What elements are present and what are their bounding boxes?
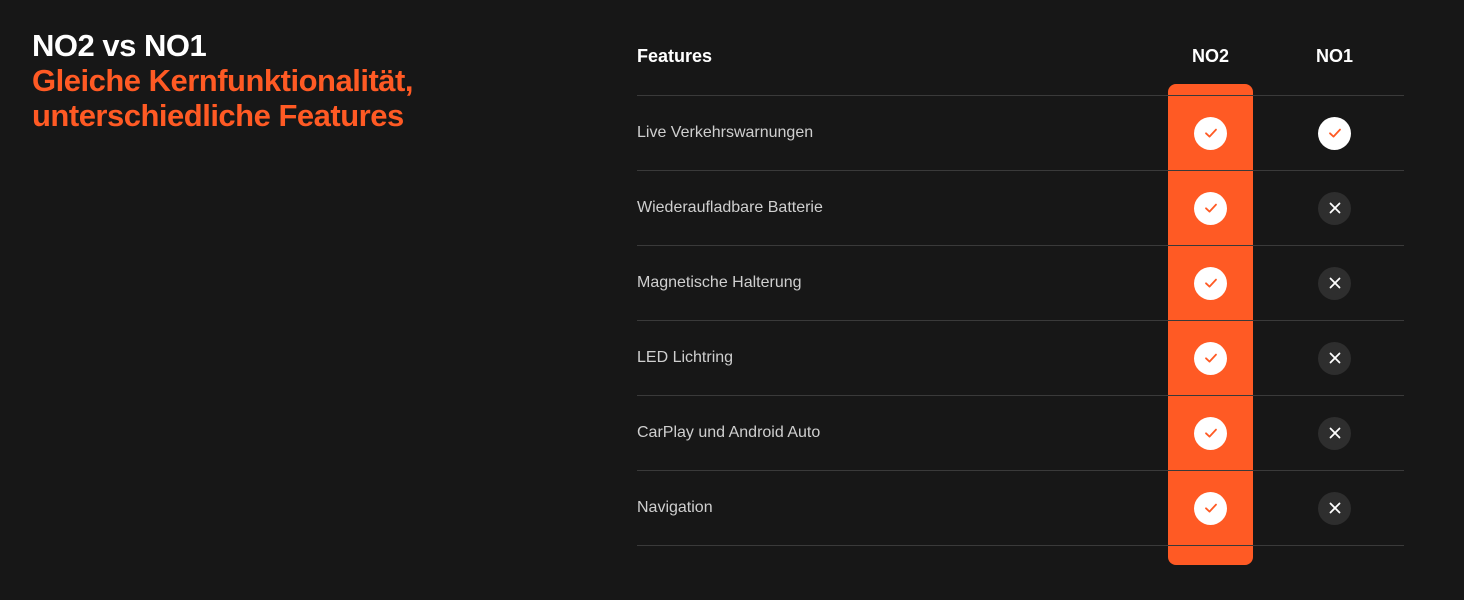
check-icon [1204, 428, 1217, 438]
check-badge [1194, 341, 1227, 375]
no1-cell [1292, 471, 1377, 545]
cross-badge [1318, 266, 1351, 300]
table-body: Live Verkehrswarnungen Wiederaufladbare B… [637, 95, 1404, 546]
check-icon [1204, 278, 1217, 288]
no1-cell [1292, 96, 1377, 170]
cross-badge [1318, 341, 1351, 375]
feature-label: Wiederaufladbare Batterie [637, 199, 823, 216]
table-row: LED Lichtring [637, 320, 1404, 395]
check-badge [1194, 416, 1227, 450]
headline-subtitle-line-2: unterschiedliche Features [32, 98, 404, 133]
cross-badge [1318, 491, 1351, 525]
feature-label: Navigation [637, 499, 713, 516]
no2-cell [1168, 246, 1253, 320]
table-row: Magnetische Halterung [637, 245, 1404, 320]
no1-cell [1292, 396, 1377, 470]
check-icon [1204, 503, 1217, 513]
no2-cell [1168, 321, 1253, 395]
feature-label: Live Verkehrswarnungen [637, 124, 814, 141]
table-row: Navigation [637, 470, 1404, 546]
check-badge [1318, 116, 1351, 150]
no1-cell [1292, 171, 1377, 245]
feature-label: LED Lichtring [637, 349, 734, 366]
feature-label: Magnetische Halterung [637, 274, 802, 291]
check-icon [1204, 353, 1217, 363]
cross-badge [1318, 191, 1351, 225]
check-icon [1204, 128, 1217, 138]
close-icon [1329, 427, 1340, 439]
close-icon [1329, 352, 1340, 364]
feature-label: CarPlay und Android Auto [637, 424, 821, 441]
headline: NO2 vs NO1 Gleiche Kernfunktionalität, u… [32, 28, 413, 133]
no1-cell [1292, 321, 1377, 395]
table-header: Features NO2 NO1 [637, 36, 1404, 76]
check-badge [1194, 116, 1227, 150]
no2-cell [1168, 96, 1253, 170]
table-row: Wiederaufladbare Batterie [637, 170, 1404, 245]
check-badge [1194, 266, 1227, 300]
header-no1: NO1 [1315, 46, 1353, 66]
check-badge [1194, 491, 1227, 525]
table-row: CarPlay und Android Auto [637, 395, 1404, 470]
check-icon [1328, 128, 1341, 138]
check-icon [1204, 203, 1217, 213]
headline-subtitle-line-1: Gleiche Kernfunktionalität, [32, 63, 413, 98]
check-badge [1194, 191, 1227, 225]
header-features: Features [637, 46, 713, 66]
close-icon [1329, 277, 1340, 289]
table-row: Live Verkehrswarnungen [637, 95, 1404, 170]
close-icon [1329, 502, 1340, 514]
close-icon [1329, 202, 1340, 214]
no1-cell [1292, 246, 1377, 320]
no2-cell [1168, 396, 1253, 470]
headline-title: NO2 vs NO1 [32, 28, 207, 63]
cross-badge [1318, 416, 1351, 450]
comparison-table: Features NO2 NO1 Live Verkehrswarnungen W… [637, 0, 1404, 600]
header-no2: NO2 [1191, 46, 1229, 66]
no2-cell [1168, 171, 1253, 245]
no2-cell [1168, 471, 1253, 545]
